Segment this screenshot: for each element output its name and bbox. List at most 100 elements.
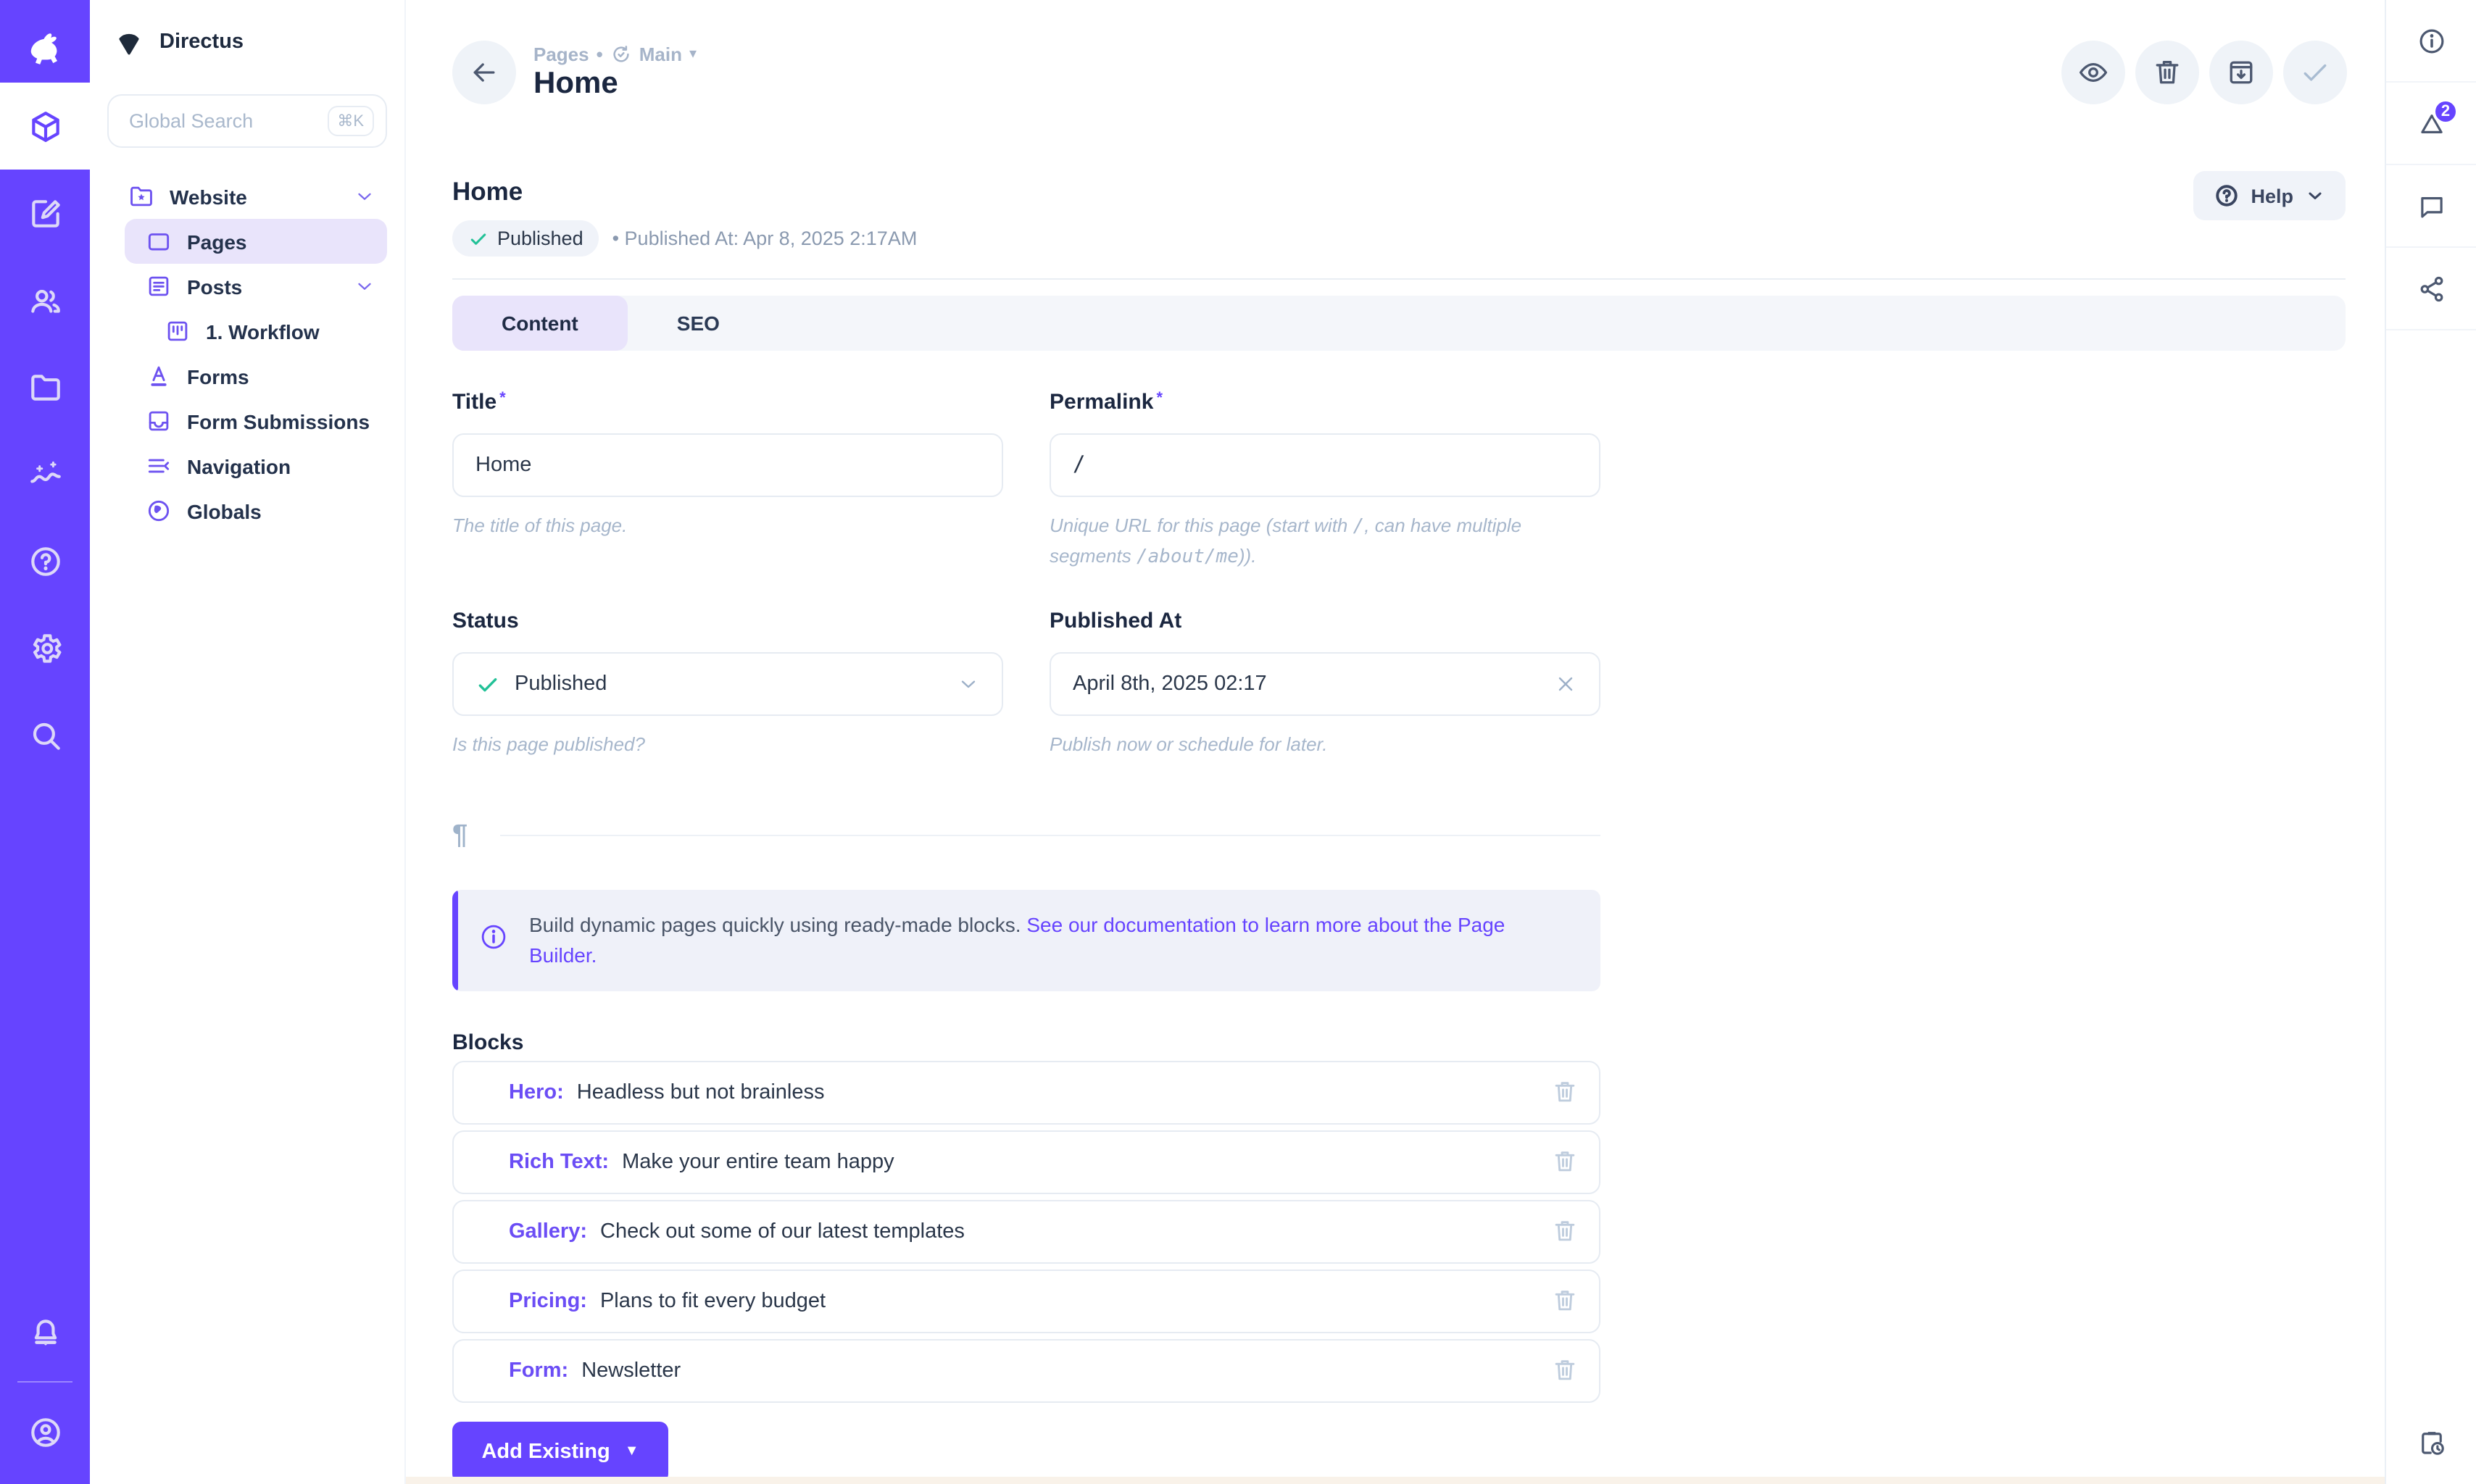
help-button[interactable]: Help — [2193, 171, 2346, 220]
required-star: * — [1156, 390, 1163, 407]
module-content[interactable] — [0, 83, 90, 170]
preview-button[interactable] — [2061, 41, 2125, 104]
letter-a-underline-icon — [145, 362, 173, 390]
nav-item-label: Form Submissions — [187, 409, 370, 433]
directus-logo[interactable] — [0, 0, 90, 83]
version-sync-icon — [610, 43, 632, 65]
project-header[interactable]: Directus — [90, 0, 404, 83]
delete-block-button[interactable] — [1551, 1356, 1579, 1384]
version-caret-icon[interactable]: ▾ — [689, 46, 697, 62]
published-at-meta: • Published At: Apr 8, 2025 2:17AM — [612, 228, 918, 249]
module-search[interactable] — [0, 691, 90, 778]
breadcrumb[interactable]: Pages • Main ▾ — [533, 43, 697, 65]
delete-block-button[interactable] — [1551, 1217, 1579, 1245]
trash-icon — [1551, 1356, 1579, 1384]
info-banner: Build dynamic pages quickly using ready-… — [452, 889, 1600, 991]
revision-count-badge: 2 — [2433, 99, 2459, 125]
nav-item-forms[interactable]: Forms — [125, 354, 387, 399]
clear-date-button[interactable] — [1554, 672, 1577, 696]
title-input[interactable] — [475, 454, 980, 477]
chevron-down-icon — [957, 672, 980, 696]
nav-item-website[interactable]: Website — [107, 174, 387, 219]
sidebar-info[interactable] — [2386, 0, 2476, 83]
status-select[interactable]: Published — [452, 652, 1003, 716]
delete-block-button[interactable] — [1551, 1287, 1579, 1314]
arrow-left-icon — [468, 57, 500, 88]
navigation-panel: Directus ⌘K Website — [90, 0, 406, 1484]
global-search[interactable]: ⌘K — [107, 94, 387, 148]
module-bar-divider — [17, 1381, 72, 1383]
module-visual-editor[interactable] — [0, 170, 90, 257]
eye-icon — [2077, 57, 2109, 88]
sidebar-share[interactable] — [2386, 248, 2476, 330]
nav-item-label: Pages — [187, 230, 247, 253]
block-row-rich-text[interactable]: Rich Text: Make your entire team happy — [452, 1130, 1600, 1193]
delete-block-button[interactable] — [1551, 1078, 1579, 1106]
module-insights[interactable] — [0, 430, 90, 517]
nav-item-workflow[interactable]: 1. Workflow — [144, 309, 387, 354]
page-header: Pages • Main ▾ Home — [406, 0, 2385, 145]
sidebar-flows[interactable] — [2386, 1401, 2476, 1484]
nav-item-pages[interactable]: Pages — [125, 219, 387, 264]
archive-button[interactable] — [2209, 41, 2273, 104]
divider — [499, 835, 1600, 837]
cube-icon — [27, 108, 63, 144]
trash-icon — [1551, 1078, 1579, 1106]
block-row-hero[interactable]: Hero: Headless but not brainless — [452, 1060, 1600, 1124]
pilcrow-icon: ¶ — [452, 820, 468, 851]
delete-block-button[interactable] — [1551, 1148, 1579, 1175]
module-users[interactable] — [0, 257, 90, 343]
module-files[interactable] — [0, 343, 90, 430]
insights-icon — [27, 456, 63, 492]
nav-item-form-submissions[interactable]: Form Submissions — [125, 399, 387, 443]
module-docs[interactable] — [0, 517, 90, 604]
nav-item-navigation[interactable]: Navigation — [125, 443, 387, 488]
block-row-form[interactable]: Form: Newsletter — [452, 1338, 1600, 1402]
folder-star-icon — [128, 183, 155, 210]
save-button[interactable] — [2283, 41, 2347, 104]
search-shortcut-badge: ⌘K — [327, 106, 374, 136]
status-badge: Published — [452, 220, 599, 257]
chevron-down-icon[interactable] — [354, 186, 375, 207]
permalink-input[interactable] — [1073, 454, 1577, 477]
account-menu[interactable] — [0, 1388, 90, 1475]
back-button[interactable] — [452, 41, 516, 104]
block-row-gallery[interactable]: Gallery: Check out some of our latest te… — [452, 1199, 1600, 1263]
sidebar-revisions[interactable]: 2 — [2386, 83, 2476, 165]
status-label: Status — [452, 609, 1003, 633]
permalink-note: Unique URL for this page (start with /, … — [1050, 512, 1600, 571]
tab-content[interactable]: Content — [452, 296, 628, 351]
menu-open-icon — [145, 452, 173, 480]
sidebar-comments[interactable] — [2386, 165, 2476, 248]
module-settings[interactable] — [0, 604, 90, 691]
tab-seo[interactable]: SEO — [628, 296, 769, 351]
right-sidebar: 2 — [2385, 0, 2476, 1484]
rabbit-logo-icon — [20, 17, 70, 66]
item-heading: Home — [452, 177, 917, 207]
info-icon — [478, 921, 509, 970]
notifications-bell[interactable] — [0, 1288, 90, 1375]
gear-icon — [27, 630, 63, 666]
help-circle-icon — [2213, 183, 2239, 209]
trash-icon — [1551, 1287, 1579, 1314]
page-content: Home Published • Published At: Apr 8, 20… — [406, 145, 2385, 1484]
kanban-board-icon — [164, 317, 191, 345]
nav-item-label: 1. Workflow — [206, 320, 320, 343]
published-at-input[interactable]: April 8th, 2025 02:17 — [1050, 652, 1600, 716]
status-note: Is this page published? — [452, 730, 1003, 759]
add-existing-button[interactable]: Add Existing▼ — [452, 1421, 668, 1482]
archive-down-icon — [2225, 57, 2257, 88]
global-search-input[interactable] — [129, 110, 315, 132]
delete-button[interactable] — [2135, 41, 2199, 104]
breadcrumb-version[interactable]: Main — [639, 43, 682, 65]
nav-item-posts[interactable]: Posts — [125, 264, 387, 309]
check-icon — [468, 228, 489, 249]
breadcrumb-collection[interactable]: Pages — [533, 43, 589, 65]
nav-item-globals[interactable]: Globals — [125, 488, 387, 533]
nav-item-label: Website — [170, 185, 247, 208]
permalink-label: Permalink* — [1050, 390, 1600, 414]
trash-icon — [1551, 1148, 1579, 1175]
block-row-pricing[interactable]: Pricing: Plans to fit every budget — [452, 1269, 1600, 1333]
chevron-down-icon[interactable] — [354, 275, 375, 297]
status-value: Published — [515, 672, 607, 696]
